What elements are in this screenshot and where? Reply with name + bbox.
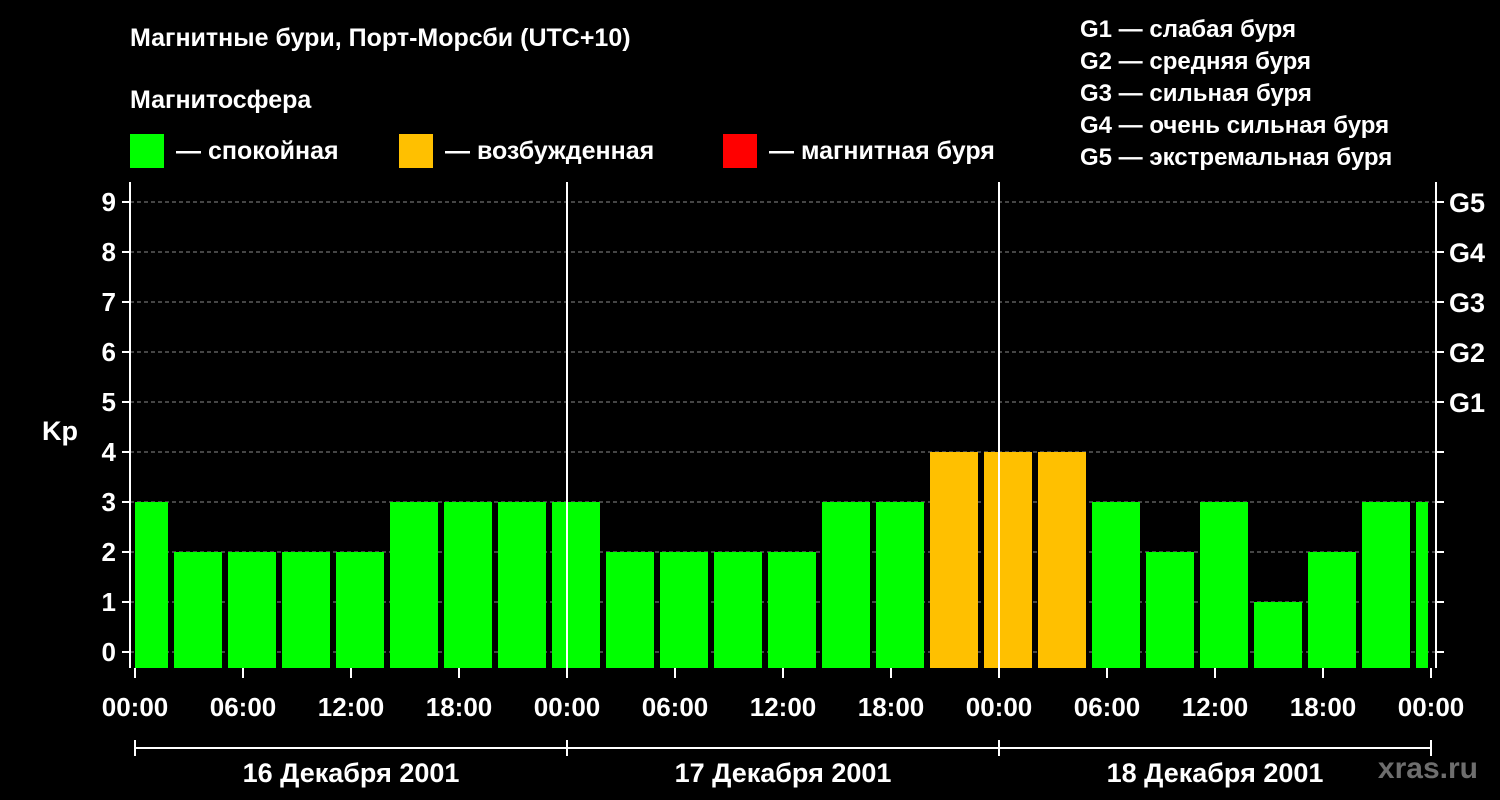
- kp-bar: [336, 552, 384, 668]
- kp-bar: [1254, 602, 1302, 668]
- kp-bar: [876, 502, 924, 668]
- kp-chart: 0 1 2 3 4 5 6 7 8 9 G1 G2 G3 G4 G5 Kp 00:00 06:00 12:00 18:…: [42, 182, 1485, 788]
- kp-bar: [135, 502, 168, 668]
- kp-bar: [984, 452, 1032, 668]
- kp-bar: [1416, 502, 1428, 668]
- kp-bar: [1146, 552, 1194, 668]
- kp-bar: [1362, 502, 1410, 668]
- kp-bar: [606, 552, 654, 668]
- kp-bar: [498, 502, 546, 668]
- g-level-label: G2: [1449, 338, 1485, 368]
- watermark: xras.ru: [1377, 752, 1478, 785]
- x-tick-label: 12:00: [318, 692, 385, 722]
- x-tick-label: 00:00: [1398, 692, 1465, 722]
- g-level-label: G3: [1449, 288, 1485, 318]
- y-tick-label: 4: [102, 437, 117, 467]
- kp-bar: [552, 502, 600, 668]
- kp-bar: [444, 502, 492, 668]
- x-tick-label: 06:00: [210, 692, 277, 722]
- x-tick-label: 18:00: [1290, 692, 1357, 722]
- kp-bar: [228, 552, 276, 668]
- kp-bar: [930, 452, 978, 668]
- x-tick-label: 18:00: [858, 692, 925, 722]
- y-tick-label: 5: [102, 387, 116, 417]
- kp-bar: [390, 502, 438, 668]
- x-tick-label: 06:00: [642, 692, 709, 722]
- y-tick-label: 6: [102, 337, 116, 367]
- x-tick-label: 00:00: [534, 692, 601, 722]
- g-level-label: G5: [1449, 188, 1485, 218]
- x-tick-label: 12:00: [1182, 692, 1249, 722]
- kp-bar: [714, 552, 762, 668]
- kp-bar: [1092, 502, 1140, 668]
- kp-bar: [822, 502, 870, 668]
- kp-bar: [1038, 452, 1086, 668]
- y-tick-label: 7: [102, 287, 116, 317]
- day-label: 18 Декабря 2001: [1107, 758, 1324, 788]
- x-tick-label: 00:00: [102, 692, 169, 722]
- y-tick-label: 8: [102, 237, 116, 267]
- x-tick-label: 18:00: [426, 692, 493, 722]
- y-tick-label: 2: [102, 537, 116, 567]
- y-tick-label: 1: [102, 587, 116, 617]
- y-tick-label: 0: [102, 637, 116, 667]
- g-level-label: G4: [1449, 238, 1485, 268]
- y-axis-label: Kp: [42, 416, 78, 446]
- kp-bar: [1200, 502, 1248, 668]
- x-tick-label: 12:00: [750, 692, 817, 722]
- x-tick-label: 00:00: [966, 692, 1033, 722]
- kp-bar: [174, 552, 222, 668]
- kp-bar: [660, 552, 708, 668]
- y-tick-label: 9: [102, 187, 116, 217]
- day-label: 17 Декабря 2001: [675, 758, 892, 788]
- y-tick-label: 3: [102, 487, 116, 517]
- kp-bar: [1308, 552, 1356, 668]
- g-level-label: G1: [1449, 388, 1485, 418]
- kp-bar: [282, 552, 330, 668]
- day-label: 16 Декабря 2001: [243, 758, 460, 788]
- kp-bar: [768, 552, 816, 668]
- x-tick-label: 06:00: [1074, 692, 1141, 722]
